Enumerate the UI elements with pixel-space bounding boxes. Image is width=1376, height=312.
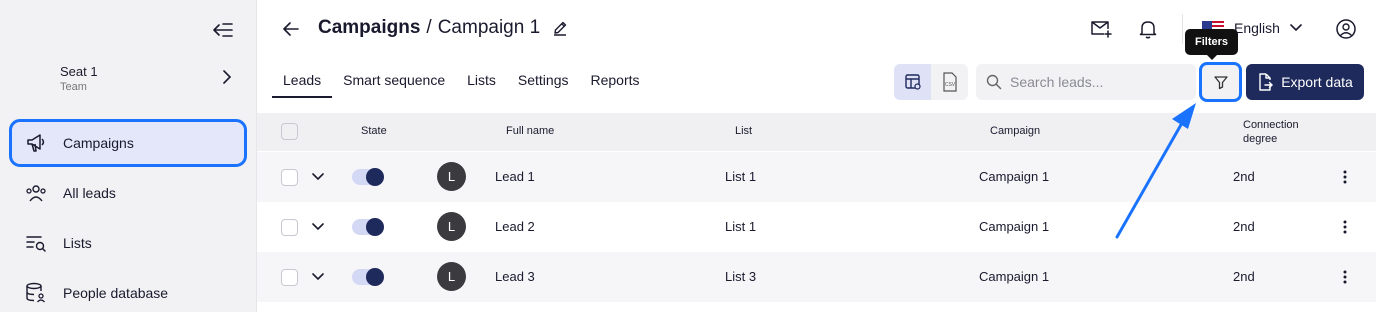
seat-selector[interactable]: Seat 1 Team (60, 64, 240, 98)
breadcrumb-campaign-name: Campaign 1 (437, 17, 541, 38)
database-user-icon (24, 281, 48, 305)
lead-name[interactable]: Lead 3 (495, 269, 535, 284)
user-profile-icon[interactable] (1334, 17, 1358, 41)
lead-name[interactable]: Lead 1 (495, 169, 535, 184)
more-options-icon[interactable] (1339, 219, 1351, 235)
lead-connection-degree: 2nd (1233, 219, 1255, 234)
page-title: Campaigns / Campaign 1 (318, 17, 568, 39)
avatar: L (437, 262, 466, 291)
column-header-connection-degree[interactable]: Connection degree (1243, 118, 1299, 146)
select-all-checkbox[interactable] (281, 123, 298, 140)
mail-add-icon[interactable] (1089, 17, 1113, 41)
chevron-down-icon[interactable] (310, 219, 326, 235)
toggle-knob (366, 218, 384, 236)
sidebar-item-all-leads[interactable]: All leads (12, 172, 244, 214)
sidebar-item-campaigns[interactable]: Campaigns (9, 119, 247, 167)
bell-icon[interactable] (1136, 17, 1160, 41)
more-options-icon[interactable] (1339, 269, 1351, 285)
lead-campaign: Campaign 1 (979, 269, 1050, 284)
list-search-icon (24, 231, 48, 255)
sidebar-item-people-database[interactable]: People database (12, 272, 244, 312)
lead-campaign: Campaign 1 (979, 169, 1050, 184)
connection-header-line2: degree (1243, 133, 1278, 145)
lead-campaign: Campaign 1 (979, 219, 1050, 234)
toggle-knob (366, 268, 384, 286)
breadcrumb-campaigns[interactable]: Campaigns (318, 17, 420, 39)
column-header-list[interactable]: List (735, 125, 752, 137)
seat-team: Team (60, 81, 87, 93)
breadcrumb-separator: / (426, 17, 432, 38)
export-data-button[interactable]: Export data (1246, 64, 1364, 100)
sidebar-item-lists[interactable]: Lists (12, 222, 244, 264)
avatar: L (437, 162, 466, 191)
chevron-down-icon[interactable] (310, 169, 326, 185)
back-arrow-icon[interactable] (280, 18, 302, 40)
annotation-arrow (1115, 103, 1196, 239)
table-view-button[interactable] (894, 64, 931, 100)
export-data-label: Export data (1281, 74, 1353, 90)
column-header-state[interactable]: State (361, 125, 387, 137)
language-label: English (1234, 20, 1280, 36)
column-header-full-name[interactable]: Full name (506, 125, 554, 137)
chevron-down-icon (1290, 24, 1302, 32)
lead-name[interactable]: Lead 2 (495, 219, 535, 234)
tab-lists[interactable]: Lists (456, 68, 507, 98)
lead-connection-degree: 2nd (1233, 169, 1255, 184)
tab-settings[interactable]: Settings (507, 68, 580, 98)
header-divider (1182, 14, 1183, 44)
tab-leads[interactable]: Leads (272, 68, 333, 98)
state-toggle[interactable] (352, 168, 384, 186)
tab-reports[interactable]: Reports (580, 68, 651, 98)
file-export-icon (1257, 73, 1274, 91)
search-icon (986, 74, 1002, 90)
avatar: L (437, 212, 466, 241)
filter-icon (1213, 74, 1229, 90)
row-checkbox[interactable] (281, 169, 298, 186)
column-header-campaign[interactable]: Campaign (990, 125, 1040, 137)
state-toggle[interactable] (352, 268, 384, 286)
chevron-down-icon[interactable] (310, 269, 326, 285)
filters-tooltip: Filters (1185, 29, 1238, 60)
search-input[interactable] (1010, 74, 1180, 90)
table-row[interactable]: L Lead 3 List 3 Campaign 1 2nd (257, 252, 1376, 302)
seat-name: Seat 1 (60, 64, 98, 79)
csv-label: CSV (944, 82, 955, 88)
state-toggle[interactable] (352, 218, 384, 236)
sidebar-item-label: People database (63, 285, 169, 301)
sidebar-item-label: Campaigns (63, 135, 134, 151)
csv-view-button[interactable]: CSV (931, 64, 968, 100)
collapse-sidebar-icon[interactable] (211, 18, 235, 42)
row-checkbox[interactable] (281, 219, 298, 236)
users-icon (24, 181, 48, 205)
tab-smart-sequence[interactable]: Smart sequence (332, 68, 456, 98)
megaphone-icon (24, 131, 48, 155)
sidebar-item-label: Lists (63, 235, 92, 251)
row-checkbox[interactable] (281, 269, 298, 286)
lead-connection-degree: 2nd (1233, 269, 1255, 284)
sidebar: Seat 1 Team Campaigns All leads Lists Pe… (0, 0, 257, 312)
sidebar-item-label: All leads (63, 185, 116, 201)
toggle-knob (366, 168, 384, 186)
lead-list: List 3 (725, 269, 757, 284)
lead-list: List 1 (725, 219, 757, 234)
connection-header-line1: Connection (1243, 119, 1299, 131)
pencil-icon[interactable] (552, 20, 568, 36)
lead-list: List 1 (725, 169, 757, 184)
more-options-icon[interactable] (1339, 169, 1351, 185)
tab-bar: Leads Smart sequence Lists Settings Repo… (272, 68, 651, 98)
chevron-right-icon (222, 70, 232, 84)
view-toggle: CSV (894, 64, 968, 100)
